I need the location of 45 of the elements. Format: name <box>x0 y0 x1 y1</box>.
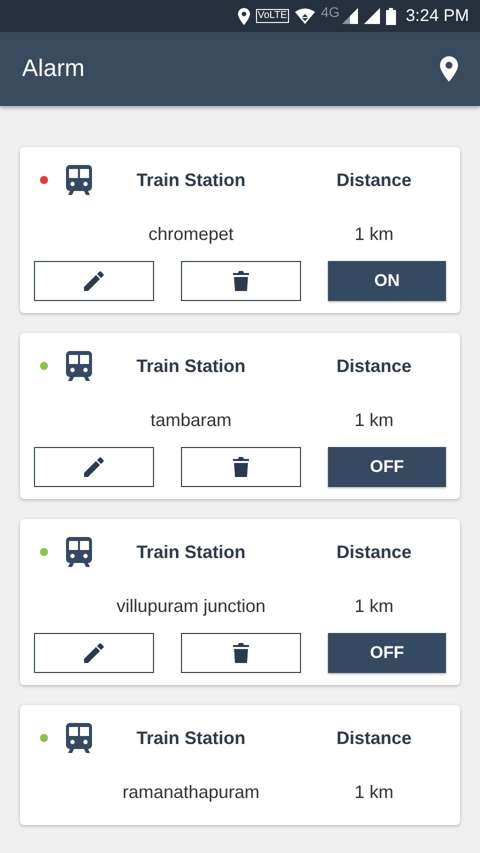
trash-icon <box>233 457 249 477</box>
station-name: chromepet <box>148 224 234 244</box>
distance-value: 1 km <box>354 596 394 616</box>
distance-value: 1 km <box>354 782 394 802</box>
train-icon <box>66 165 92 195</box>
column-label: Distance <box>336 170 412 190</box>
location-icon <box>238 8 250 24</box>
trash-icon <box>233 271 249 291</box>
station-name: tambaram <box>150 410 232 430</box>
edit-button[interactable] <box>34 261 154 301</box>
column-label: Distance <box>336 542 412 562</box>
delete-button[interactable] <box>181 261 301 301</box>
edit-button[interactable] <box>34 447 154 487</box>
column-label: Train Station <box>136 728 246 748</box>
trash-icon <box>233 643 249 663</box>
delete-button[interactable] <box>181 447 301 487</box>
toggle-button[interactable]: OFF <box>328 447 446 487</box>
network-label: 4G <box>321 4 340 20</box>
toggle-button[interactable]: ON <box>328 261 446 301</box>
pencil-icon <box>84 271 104 291</box>
clock: 3:24 PM <box>406 6 469 26</box>
train-icon <box>66 351 92 381</box>
location-icon[interactable] <box>440 56 458 82</box>
signal-icon <box>342 8 358 24</box>
wifi-icon <box>295 8 315 24</box>
signal-icon <box>364 8 380 24</box>
delete-button[interactable] <box>181 633 301 673</box>
column-label: Train Station <box>136 356 246 376</box>
column-label: Distance <box>336 356 412 376</box>
volte-label: VoLTE <box>256 9 289 23</box>
toggle-button[interactable]: OFF <box>328 633 446 673</box>
column-label: Train Station <box>136 170 246 190</box>
distance-value: 1 km <box>354 224 394 244</box>
train-icon <box>66 723 92 753</box>
station-name: villupuram junction <box>116 596 266 616</box>
train-icon <box>66 537 92 567</box>
column-label: Train Station <box>136 542 246 562</box>
station-name: ramanathapuram <box>122 782 260 802</box>
battery-icon <box>386 8 396 24</box>
app-title: Alarm <box>22 55 85 83</box>
pencil-icon <box>84 643 104 663</box>
distance-value: 1 km <box>354 410 394 430</box>
pencil-icon <box>84 457 104 477</box>
column-label: Distance <box>336 728 412 748</box>
edit-button[interactable] <box>34 633 154 673</box>
